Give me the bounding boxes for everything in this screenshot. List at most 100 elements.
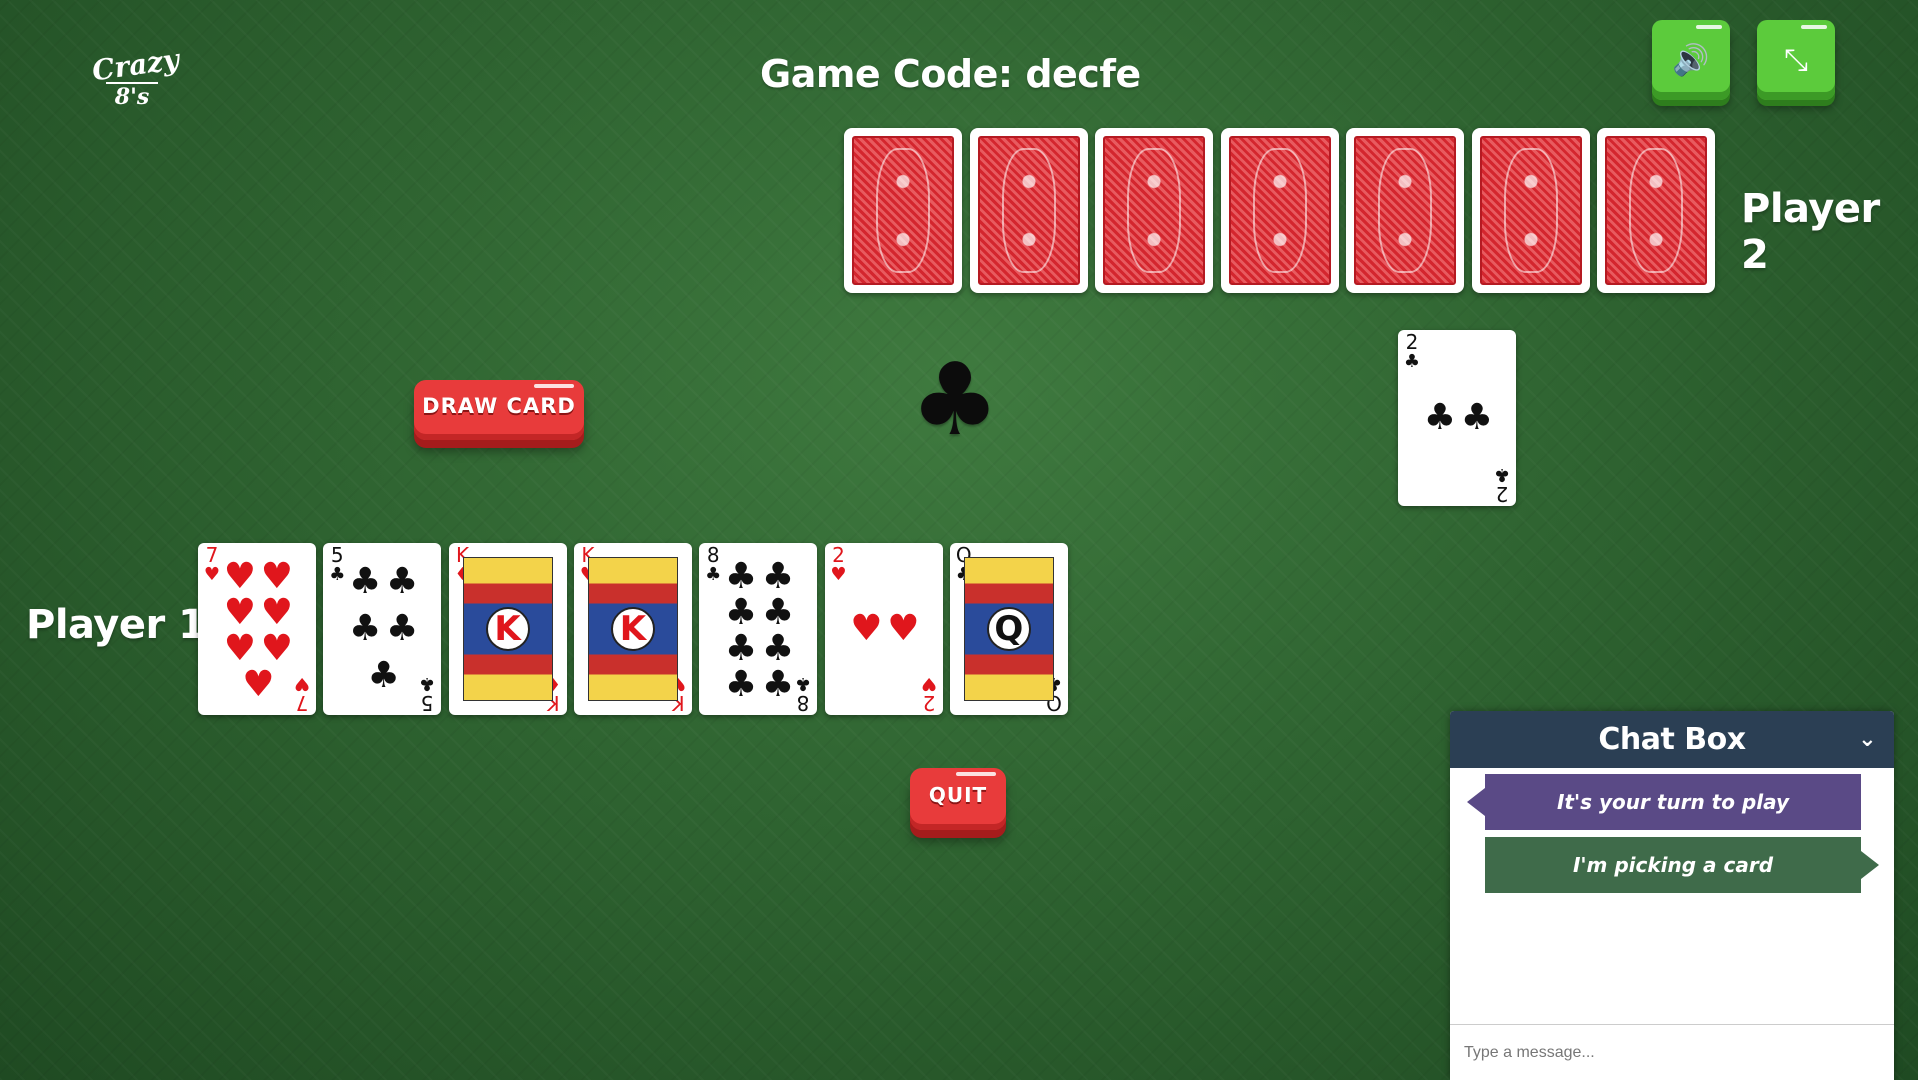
card-suit-icon: ♣ bbox=[1493, 464, 1511, 485]
card-suit-icon: ♣ bbox=[705, 564, 722, 585]
suit-pip-icon: ♣ bbox=[386, 561, 419, 603]
card-corner-index: 8 ♣ bbox=[703, 545, 723, 585]
fullscreen-toggle-button[interactable]: ⤡ bbox=[1757, 20, 1835, 100]
sound-toggle-button[interactable]: 🔊 bbox=[1652, 20, 1730, 100]
card-pips: ♣ ♣ ♣ ♣ ♣ bbox=[345, 559, 419, 699]
opponent-card-back bbox=[1095, 128, 1213, 293]
opponent-card-back bbox=[969, 128, 1088, 293]
suit-pip-icon: ♣ bbox=[1423, 397, 1456, 438]
player2-label: Player 2 bbox=[1741, 186, 1880, 278]
quit-button[interactable]: QUIT bbox=[910, 768, 1006, 830]
card-corner-index: 2 ♥ bbox=[919, 673, 939, 715]
playing-card[interactable]: Q♣Q♣Q bbox=[949, 543, 1068, 715]
card-pips: ♥ ♥ bbox=[847, 559, 921, 699]
card-pips: ♣ ♣ ♣ ♣ ♣ ♣ ♣ ♣ bbox=[721, 556, 795, 703]
card-rank: 2 bbox=[1495, 482, 1509, 506]
suit-pip-icon: ♣ bbox=[724, 628, 758, 669]
suit-pip-icon: ♣ bbox=[761, 556, 795, 597]
playing-card[interactable]: 5 ♣ 5 ♣ ♣ ♣ ♣ ♣ ♣ bbox=[323, 543, 442, 715]
suit-pip-icon: ♣ bbox=[724, 664, 758, 705]
court-rank-letter: Q bbox=[986, 607, 1031, 651]
chat-message: It's your turn to play bbox=[1467, 774, 1861, 830]
card-back-pattern bbox=[977, 136, 1080, 285]
opponent-card-back bbox=[844, 128, 962, 293]
suit-pip-icon: ♥ bbox=[260, 628, 293, 669]
card-back-pattern bbox=[1103, 136, 1205, 285]
playing-card[interactable]: 8 ♣ 8 ♣ ♣ ♣ ♣ ♣ ♣ ♣ ♣ ♣ bbox=[699, 543, 818, 715]
card-rank: 5 bbox=[420, 691, 434, 715]
card-back-pattern bbox=[1479, 136, 1582, 285]
chat-title: Chat Box bbox=[1598, 722, 1746, 757]
suit-pip-icon: ♣ bbox=[761, 664, 795, 705]
game-code-title: Game Code: decfe bbox=[760, 52, 1141, 96]
chat-box: Chat Box ⌄ It's your turn to play I'm pi… bbox=[1450, 711, 1894, 1080]
card-rank: 7 bbox=[295, 691, 309, 715]
playing-card[interactable]: 2 ♥ 2 ♥ ♥ ♥ bbox=[824, 543, 943, 715]
discard-top-card: 2 ♣ 2 ♣ ♣ ♣ bbox=[1398, 330, 1516, 506]
opponent-card-back bbox=[1346, 128, 1464, 293]
card-suit-icon: ♣ bbox=[419, 673, 436, 694]
card-back-pattern bbox=[1605, 136, 1707, 285]
suit-pip-icon: ♥ bbox=[850, 608, 883, 649]
card-suit-icon: ♣ bbox=[795, 673, 812, 694]
card-pips: ♥ ♥ ♥ ♥ ♥ ♥ ♥ bbox=[220, 556, 294, 703]
suit-pip-icon: ♣ bbox=[761, 628, 795, 669]
speaker-icon: 🔊 bbox=[1672, 42, 1710, 78]
logo-line1: Crazy bbox=[90, 42, 182, 88]
court-rank-letter: K bbox=[485, 607, 530, 651]
opponent-card-back bbox=[1220, 128, 1339, 293]
opponent-card-back bbox=[1471, 128, 1590, 293]
suit-pip-icon: ♣ bbox=[386, 607, 419, 649]
card-suit-icon: ♥ bbox=[920, 673, 937, 694]
suit-pip-icon: ♥ bbox=[242, 664, 275, 705]
club-suit-icon: ♣ bbox=[910, 341, 1000, 458]
chat-message: I'm picking a card bbox=[1485, 837, 1879, 893]
fullscreen-icon: ⤡ bbox=[1784, 42, 1808, 78]
card-suit-icon: ♥ bbox=[293, 673, 311, 694]
suit-pip-icon: ♣ bbox=[1460, 397, 1493, 438]
suit-pip-icon: ♥ bbox=[223, 628, 256, 669]
suit-pip-icon: ♣ bbox=[349, 561, 382, 603]
suit-pip-icon: ♣ bbox=[349, 607, 382, 649]
card-rank: 2 bbox=[922, 691, 935, 715]
court-card-art: K bbox=[462, 557, 553, 701]
card-pips: ♣ ♣ bbox=[1420, 346, 1494, 490]
draw-card-button[interactable]: DRAW CARD bbox=[414, 380, 584, 440]
suit-pip-icon: ♥ bbox=[887, 608, 920, 649]
chevron-down-icon[interactable]: ⌄ bbox=[1858, 727, 1876, 752]
suit-pip-icon: ♣ bbox=[367, 654, 400, 696]
card-corner-index: 7 ♥ bbox=[202, 545, 222, 585]
card-suit-icon: ♣ bbox=[1403, 351, 1421, 372]
suit-pip-icon: ♥ bbox=[223, 556, 256, 597]
crazy-eights-logo: Crazy 8's bbox=[90, 43, 181, 112]
card-corner-index: 5 ♣ bbox=[327, 545, 347, 585]
card-suit-icon: ♥ bbox=[830, 564, 847, 585]
card-back-pattern bbox=[1354, 136, 1456, 285]
playing-card[interactable]: 7 ♥ 7 ♥ ♥ ♥ ♥ ♥ ♥ ♥ ♥ bbox=[198, 543, 316, 715]
suit-pip-icon: ♥ bbox=[260, 592, 293, 633]
suit-pip-icon: ♣ bbox=[761, 592, 795, 633]
card-corner-index: 5 ♣ bbox=[417, 673, 437, 715]
card-back-pattern bbox=[1228, 136, 1331, 285]
card-corner-index: 7 ♥ bbox=[292, 673, 312, 715]
opponent-card-back bbox=[1597, 128, 1715, 293]
card-back-pattern bbox=[852, 136, 954, 285]
suit-pip-icon: ♣ bbox=[724, 556, 758, 597]
card-corner-index: 2 ♥ bbox=[829, 545, 849, 585]
logo-line2: 8's bbox=[106, 82, 158, 108]
chat-header: Chat Box ⌄ bbox=[1450, 711, 1894, 768]
card-suit-icon: ♥ bbox=[203, 564, 221, 585]
card-suit-icon: ♣ bbox=[329, 564, 346, 585]
suit-pip-icon: ♥ bbox=[260, 556, 293, 597]
suit-pip-icon: ♥ bbox=[223, 592, 256, 633]
playing-card[interactable]: K♦K♦K bbox=[448, 543, 567, 715]
playing-card[interactable]: K♥K♥K bbox=[573, 543, 692, 715]
player1-label: Player 1 bbox=[26, 602, 206, 648]
card-rank: 8 bbox=[796, 691, 810, 715]
court-rank-letter: K bbox=[610, 607, 655, 651]
court-card-art: K bbox=[587, 557, 678, 701]
card-corner-index: 8 ♣ bbox=[793, 673, 813, 715]
suit-pip-icon: ♣ bbox=[724, 592, 758, 633]
card-corner-index: 2 ♣ bbox=[1492, 464, 1512, 506]
chat-message-input[interactable] bbox=[1450, 1024, 1894, 1080]
